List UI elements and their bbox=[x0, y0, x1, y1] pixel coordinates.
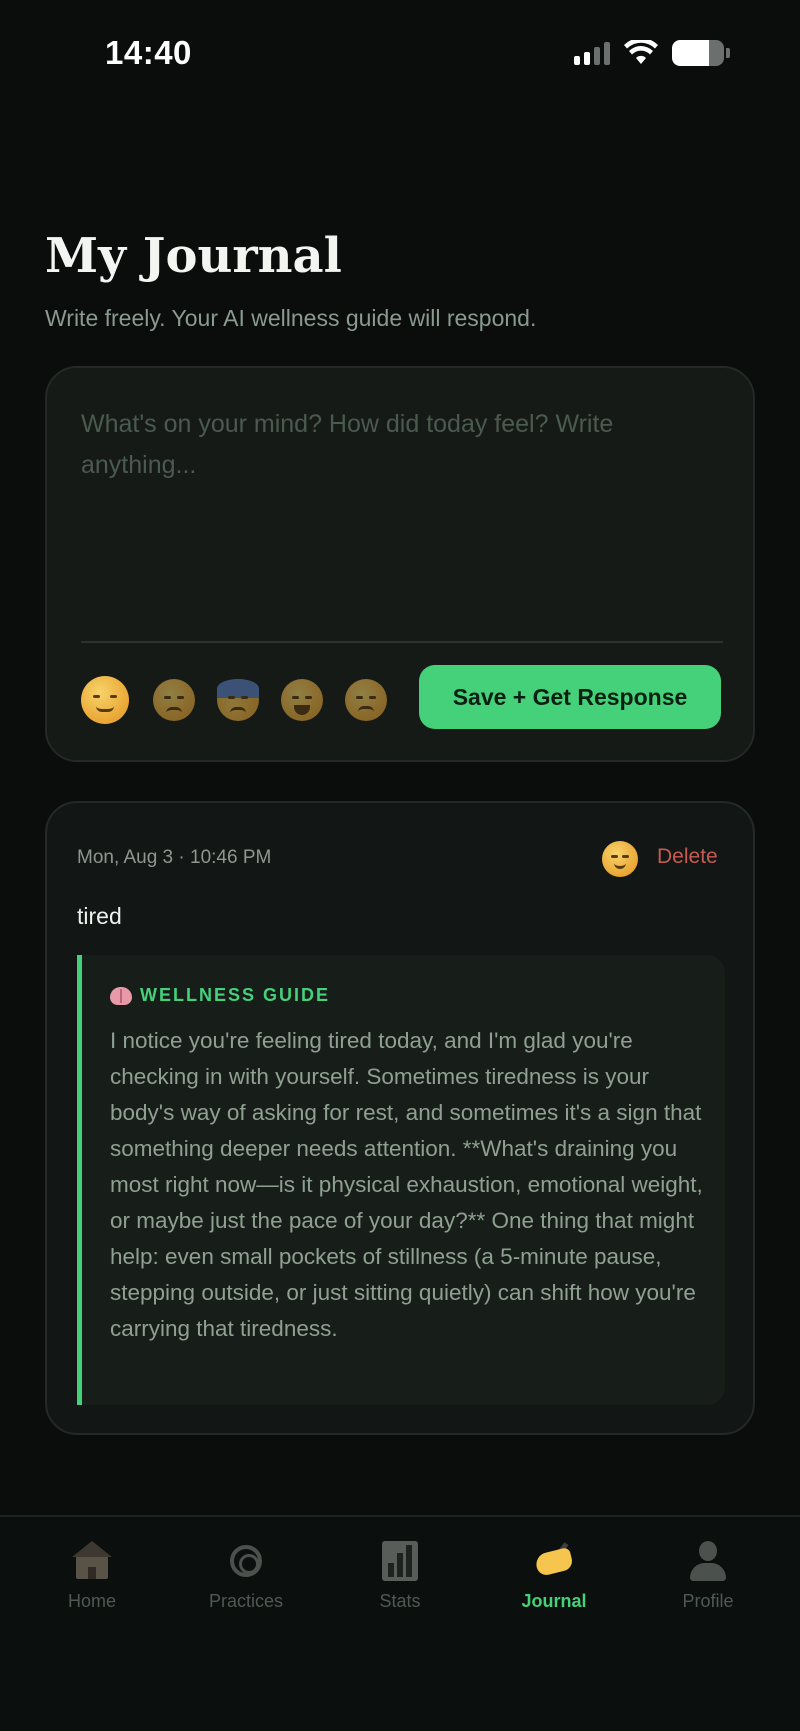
compose-divider bbox=[81, 641, 723, 643]
page-title: My Journal bbox=[45, 228, 342, 284]
bar-chart-icon bbox=[380, 1541, 420, 1581]
nav-item-profile[interactable]: Profile bbox=[638, 1541, 778, 1612]
nav-item-practices[interactable]: Practices bbox=[176, 1541, 316, 1612]
brain-icon bbox=[110, 986, 132, 1005]
nav-label: Stats bbox=[379, 1591, 421, 1611]
journal-entry-card: Mon, Aug 3 · 10:46 PM Delete tired WELLN… bbox=[45, 801, 755, 1435]
battery-icon bbox=[672, 40, 724, 66]
compose-card: Save + Get Response bbox=[45, 366, 755, 762]
mood-selector bbox=[81, 676, 387, 724]
nav-label: Journal bbox=[521, 1591, 587, 1611]
nav-item-home[interactable]: Home bbox=[22, 1541, 162, 1612]
guide-label: WELLNESS GUIDE bbox=[140, 985, 331, 1005]
entry-text: tired bbox=[77, 903, 122, 929]
delete-entry-button[interactable]: Delete bbox=[657, 845, 718, 869]
page-subtitle: Write freely. Your AI wellness guide wil… bbox=[45, 305, 537, 331]
journal-entry-input[interactable] bbox=[81, 404, 721, 624]
wellness-guide-response: WELLNESS GUIDE I notice you're feeling t… bbox=[77, 955, 725, 1405]
nav-label: Home bbox=[67, 1591, 116, 1611]
guide-response-text: I notice you're feeling tired today, and… bbox=[110, 1028, 703, 1341]
angry-face-icon[interactable] bbox=[345, 679, 387, 721]
pensive-face-icon[interactable] bbox=[153, 679, 195, 721]
status-time: 14:40 bbox=[105, 34, 192, 71]
home-icon bbox=[72, 1541, 112, 1581]
grinning-face-icon[interactable] bbox=[281, 679, 323, 721]
bottom-nav: Home Practices Stats Journal Profile bbox=[0, 1515, 800, 1731]
nav-item-stats[interactable]: Stats bbox=[330, 1541, 470, 1612]
writing-hand-icon bbox=[533, 1541, 575, 1581]
status-bar: 14:40 bbox=[0, 0, 800, 110]
anxious-face-icon[interactable] bbox=[217, 679, 259, 721]
nav-item-journal[interactable]: Journal bbox=[484, 1541, 624, 1612]
person-icon bbox=[688, 1541, 728, 1581]
nav-label: Profile bbox=[682, 1591, 734, 1611]
spiral-icon bbox=[226, 1541, 266, 1581]
entry-mood bbox=[602, 841, 638, 877]
relieved-face-icon[interactable] bbox=[81, 676, 129, 724]
relieved-face-icon bbox=[602, 841, 638, 877]
wifi-icon bbox=[624, 40, 658, 64]
save-get-response-button[interactable]: Save + Get Response bbox=[419, 665, 721, 729]
nav-label: Practices bbox=[208, 1591, 284, 1611]
guide-header: WELLNESS GUIDE bbox=[110, 985, 330, 1006]
entry-date: Mon, Aug 3 · 10:46 PM bbox=[77, 847, 272, 868]
signal-icon bbox=[574, 41, 610, 65]
status-icons bbox=[574, 40, 730, 66]
